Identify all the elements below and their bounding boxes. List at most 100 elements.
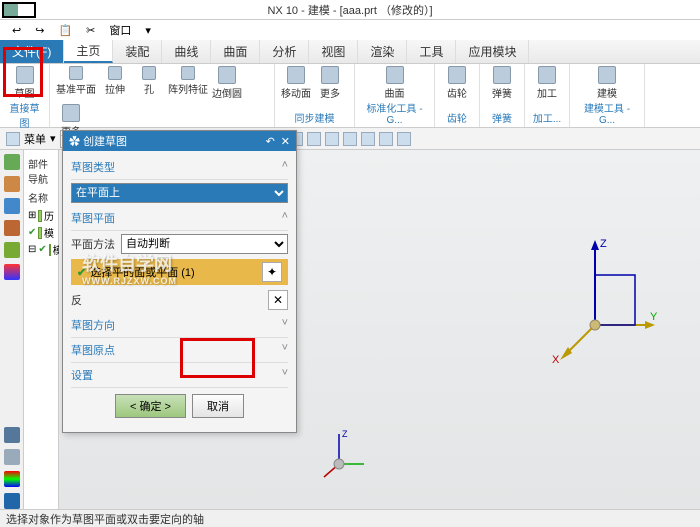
mach-icon [538, 66, 556, 84]
navigator-column: 名称 [26, 188, 56, 207]
tab-analysis[interactable]: 分析 [260, 40, 309, 63]
more-sync-button[interactable]: 更多 [315, 66, 345, 100]
datum-csys-triad: Z Y X [550, 235, 660, 365]
sketch-button[interactable]: 草图 [6, 66, 43, 100]
group-sketch-label: 直接草图 [6, 100, 43, 132]
moveface-icon [287, 66, 305, 84]
ok-button[interactable]: < 确定 > [115, 394, 186, 418]
chevron-down-icon[interactable]: ˅ [282, 342, 288, 358]
edge-blend-button[interactable]: 边倒圆 [212, 66, 242, 100]
menu-button[interactable]: 菜单 [24, 131, 46, 147]
cancel-button[interactable]: 取消 [192, 394, 244, 418]
surface-button[interactable]: 曲面 [361, 66, 428, 100]
ribbon: 草图 直接草图 基准平面 拉伸 孔 阵列特征 边倒圆 更多 特征 移动面 更多 … [0, 64, 700, 128]
close-icon[interactable]: ✕ [281, 135, 290, 148]
chevron-down-icon[interactable]: ˅ [282, 317, 288, 333]
menu-icon[interactable] [6, 132, 20, 146]
surface-icon [386, 66, 404, 84]
tab-assembly[interactable]: 装配 [113, 40, 162, 63]
qat-icon[interactable]: ↩ [6, 22, 27, 39]
section-sketch-orient[interactable]: 草图方向 [71, 317, 115, 333]
tab-surface[interactable]: 曲面 [211, 40, 260, 63]
select-plane-label: 选择平的面或平面 (1) [90, 264, 258, 280]
blend-icon [218, 66, 236, 84]
check-icon: ✔ [77, 266, 86, 279]
datum-plane-button[interactable]: 基准平面 [56, 66, 96, 100]
model-icon [598, 66, 616, 84]
tab-file[interactable]: 文件(F) [0, 40, 64, 63]
sketch-icon [16, 66, 34, 84]
gear-icon: ✿ [69, 136, 80, 148]
history-icon[interactable] [4, 264, 20, 280]
tree-item[interactable]: ⊞历 [26, 207, 56, 224]
filter-icon[interactable] [307, 132, 321, 146]
undo-icon[interactable]: ↶ [266, 135, 275, 148]
status-message: 选择对象作为草图平面或双击要定向的轴 [6, 514, 204, 526]
window-title: NX 10 - 建模 - [aaa.prt （修改的）] [267, 2, 432, 18]
section-sketch-type[interactable]: 草图类型 [71, 159, 115, 175]
filter-icon[interactable] [325, 132, 339, 146]
filter-icon[interactable] [343, 132, 357, 146]
palette-icon[interactable] [4, 471, 20, 487]
chevron-down-icon[interactable]: ▾ [50, 132, 56, 145]
tab-tools[interactable]: 工具 [407, 40, 456, 63]
roles-icon[interactable] [4, 427, 20, 443]
move-face-button[interactable]: 移动面 [281, 66, 311, 100]
hd3d-icon[interactable] [4, 242, 20, 258]
plane-method-select[interactable]: 自动判断 [121, 234, 288, 254]
pattern-button[interactable]: 阵列特征 [168, 66, 208, 100]
qat-icon[interactable]: ↪ [29, 22, 50, 39]
filter-icon[interactable] [397, 132, 411, 146]
section-settings[interactable]: 设置 [71, 367, 93, 383]
assembly-navigator-icon[interactable] [4, 176, 20, 192]
more2-icon [321, 66, 339, 84]
tree-item[interactable]: ⊟✔模 [26, 241, 56, 258]
tab-app[interactable]: 应用模块 [456, 40, 529, 63]
section-sketch-origin[interactable]: 草图原点 [71, 342, 115, 358]
chevron-down-icon[interactable]: ▾ [139, 22, 157, 39]
chevron-up-icon[interactable]: ˄ [282, 159, 288, 175]
svg-text:X: X [552, 354, 560, 365]
group-std-label: 标准化工具 - G... [361, 100, 428, 128]
spring-button[interactable]: 弹簧 [486, 66, 518, 100]
qat-highlight [2, 2, 36, 18]
qat-icon[interactable]: 📋 [52, 22, 78, 39]
reuse-library-icon[interactable] [4, 220, 20, 236]
extrude-icon [108, 66, 122, 80]
browser-icon[interactable] [4, 493, 20, 509]
sketch-type-select[interactable]: 在平面上 [71, 183, 288, 203]
pattern-icon [181, 66, 195, 80]
constraint-navigator-icon[interactable] [4, 198, 20, 214]
dialog-titlebar[interactable]: ✿ 创建草图 ↶✕ [63, 131, 296, 151]
group-spring-label: 弹簧 [486, 110, 518, 127]
group-model-label: 建模工具 - G... [576, 100, 638, 128]
filter-icon[interactable] [361, 132, 375, 146]
part-navigator-icon[interactable] [4, 154, 20, 170]
chevron-down-icon[interactable]: ˅ [282, 367, 288, 383]
system-icon[interactable] [4, 449, 20, 465]
tree-item[interactable]: ✔模 [26, 224, 56, 241]
menu-window[interactable]: 窗口 [103, 20, 137, 40]
specify-point-icon[interactable]: ✦ [262, 262, 282, 282]
chevron-up-icon[interactable]: ˄ [282, 210, 288, 226]
section-sketch-plane[interactable]: 草图平面 [71, 210, 115, 226]
machining-button[interactable]: 加工 [531, 66, 563, 100]
tab-curve[interactable]: 曲线 [162, 40, 211, 63]
tab-render[interactable]: 渲染 [358, 40, 407, 63]
more-icon [62, 104, 80, 122]
tab-home[interactable]: 主页 [64, 40, 113, 63]
group-gear-label: 齿轮 [441, 110, 473, 127]
filter-icon[interactable] [379, 132, 393, 146]
navigator-title: 部件导航 [26, 154, 56, 188]
group-mach-label: 加工... [531, 110, 563, 127]
group-sync-label: 同步建模 [281, 110, 348, 127]
tab-view[interactable]: 视图 [309, 40, 358, 63]
reverse-direction-icon[interactable]: ✕ [268, 290, 288, 310]
gear-button[interactable]: 齿轮 [441, 66, 473, 100]
qat-icon[interactable]: ✂ [80, 22, 101, 39]
hole-button[interactable]: 孔 [134, 66, 164, 100]
select-plane-row[interactable]: ✔ 选择平的面或平面 (1) ✦ [71, 259, 288, 285]
extrude-button[interactable]: 拉伸 [100, 66, 130, 100]
modeling-button[interactable]: 建模 [576, 66, 638, 100]
titlebar: NX 10 - 建模 - [aaa.prt （修改的）] [0, 0, 700, 20]
